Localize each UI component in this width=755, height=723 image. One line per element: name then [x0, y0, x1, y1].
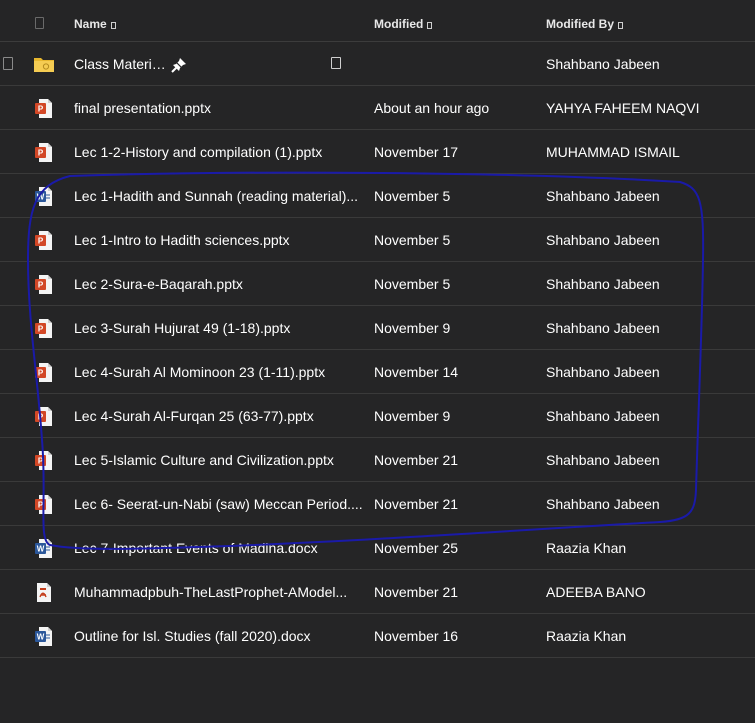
sort-indicator-icon: [618, 22, 623, 29]
powerpoint-file-icon: P: [35, 275, 52, 294]
powerpoint-file-icon: P: [35, 143, 52, 162]
file-row[interactable]: Pfinal presentation.pptx About an hour ag…: [0, 86, 755, 130]
modified-date: November 21: [374, 496, 459, 512]
file-list: Class Materials Shahbano Jabeen Pfinal pre…: [0, 42, 755, 658]
svg-text:P: P: [38, 105, 44, 114]
file-row[interactable]: W Outline for Isl. Studies (fall 2020).do…: [0, 614, 755, 658]
file-name-link[interactable]: Lec 3-Surah Hujurat 49 (1-18).pptx: [74, 320, 364, 336]
file-list-header: Name Modified Modified By: [0, 0, 755, 42]
svg-text:P: P: [38, 501, 44, 510]
modified-by-name: Shahbano Jabeen: [546, 276, 660, 292]
folder-icon: [34, 56, 54, 75]
powerpoint-file-icon: P: [35, 99, 52, 118]
modified-by-name: YAHYA FAHEEM NAQVI: [546, 100, 700, 116]
modified-date: November 16: [374, 628, 459, 644]
svg-text:P: P: [38, 369, 44, 378]
svg-text:P: P: [38, 457, 44, 466]
modified-by-name: Raazia Khan: [546, 628, 627, 644]
powerpoint-file-icon: P: [35, 495, 52, 514]
file-name-link[interactable]: Muhammadpbuh-TheLastProphet-AModel...: [74, 584, 364, 600]
pdf-file-icon: [35, 583, 52, 602]
svg-text:W: W: [37, 545, 45, 554]
file-name-link[interactable]: Lec 2-Sura-e-Baqarah.pptx: [74, 276, 364, 292]
modified-date: November 21: [374, 584, 459, 600]
file-row[interactable]: P Lec 4-Surah Al-Furqan 25 (63-77).pptx No…: [0, 394, 755, 438]
sort-indicator-icon: [427, 22, 433, 29]
modified-by-name: Shahbano Jabeen: [546, 188, 660, 204]
file-name-link[interactable]: Lec 1-Hadith and Sunnah (reading materia…: [74, 188, 364, 204]
select-all-checkbox[interactable]: [35, 17, 44, 29]
file-row[interactable]: P Lec 4-Surah Al Mominoon 23 (1-11).pptx N…: [0, 350, 755, 394]
svg-text:P: P: [38, 413, 44, 422]
file-name-link[interactable]: Class Materials: [74, 56, 166, 72]
svg-text:P: P: [38, 149, 44, 158]
modified-by-name: Raazia Khan: [546, 540, 627, 556]
file-row[interactable]: P Lec 6- Seerat-un-Nabi (saw) Meccan Peri…: [0, 482, 755, 526]
powerpoint-file-icon: P: [35, 231, 52, 250]
file-name-link[interactable]: Outline for Isl. Studies (fall 2020).doc…: [74, 628, 364, 644]
column-header-name-label: Name: [74, 17, 107, 31]
column-header-modified-label: Modified: [374, 17, 424, 31]
modified-date: November 14: [374, 364, 459, 380]
sort-indicator-icon: [110, 22, 116, 29]
word-file-icon: W: [35, 187, 52, 206]
file-row[interactable]: W Lec 1-Hadith and Sunnah (reading materi…: [0, 174, 755, 218]
file-row[interactable]: P Lec 3-Surah Hujurat 49 (1-18).pptx Novem…: [0, 306, 755, 350]
svg-text:P: P: [38, 237, 44, 246]
file-name-link[interactable]: final presentation.pptx: [74, 100, 364, 116]
file-row[interactable]: Muhammadpbuh-TheLastProphet-AModel... Nov…: [0, 570, 755, 614]
modified-by-name: Shahbano Jabeen: [546, 56, 660, 72]
modified-date: November 21: [374, 452, 459, 468]
modified-date: November 9: [374, 408, 451, 424]
modified-by-name: Shahbano Jabeen: [546, 232, 660, 248]
file-row[interactable]: P Lec 2-Sura-e-Baqarah.pptx November 5 Shah…: [0, 262, 755, 306]
modified-date: November 5: [374, 232, 451, 248]
modified-date: November 5: [374, 276, 451, 292]
modified-date: November 5: [374, 188, 451, 204]
more-actions-button[interactable]: [331, 57, 341, 69]
svg-text:W: W: [37, 633, 45, 642]
modified-date: About an hour ago: [374, 100, 490, 116]
modified-by-name: Shahbano Jabeen: [546, 496, 660, 512]
file-name-link[interactable]: Lec 1-2-History and compilation (1).pptx: [74, 144, 364, 160]
file-name-link[interactable]: Lec 6- Seerat-un-Nabi (saw) Meccan Perio…: [74, 496, 364, 512]
powerpoint-file-icon: P: [35, 407, 52, 426]
pin-icon[interactable]: [170, 56, 188, 74]
folder-row[interactable]: Class Materials Shahbano Jabeen: [0, 42, 755, 86]
modified-by-name: ADEEBA BANO: [546, 584, 646, 600]
row-select-checkbox[interactable]: [3, 57, 13, 70]
modified-date: November 17: [374, 144, 459, 160]
file-name-link[interactable]: Lec 4-Surah Al Mominoon 23 (1-11).pptx: [74, 364, 364, 380]
file-name-link[interactable]: Lec 4-Surah Al-Furqan 25 (63-77).pptx: [74, 408, 364, 424]
column-header-modified-by-label: Modified By: [546, 17, 614, 31]
file-row[interactable]: P Lec 1-Intro to Hadith sciences.pptx Nove…: [0, 218, 755, 262]
modified-by-name: Shahbano Jabeen: [546, 320, 660, 336]
modified-date: November 9: [374, 320, 451, 336]
file-row[interactable]: P Lec 1-2-History and compilation (1).ppt…: [0, 130, 755, 174]
modified-by-name: Shahbano Jabeen: [546, 364, 660, 380]
column-header-name[interactable]: Name: [74, 17, 116, 31]
file-row[interactable]: W Lec 7-Important Events of Madina.docx No…: [0, 526, 755, 570]
file-name-link[interactable]: Lec 1-Intro to Hadith sciences.pptx: [74, 232, 364, 248]
word-file-icon: W: [35, 539, 52, 558]
file-name-link[interactable]: Lec 5-Islamic Culture and Civilization.p…: [74, 452, 364, 468]
modified-by-name: Shahbano Jabeen: [546, 452, 660, 468]
svg-text:P: P: [38, 281, 44, 290]
svg-text:W: W: [37, 193, 45, 202]
word-file-icon: W: [35, 627, 52, 646]
modified-by-name: Shahbano Jabeen: [546, 408, 660, 424]
powerpoint-file-icon: P: [35, 363, 52, 382]
powerpoint-file-icon: P: [35, 319, 52, 338]
modified-date: November 25: [374, 540, 459, 556]
file-name-link[interactable]: Lec 7-Important Events of Madina.docx: [74, 540, 364, 556]
svg-text:P: P: [38, 325, 44, 334]
modified-by-name: MUHAMMAD ISMAIL: [546, 144, 680, 160]
column-header-modified-by[interactable]: Modified By: [546, 17, 623, 31]
column-header-modified[interactable]: Modified: [374, 17, 433, 31]
file-row[interactable]: P Lec 5-Islamic Culture and Civilization.…: [0, 438, 755, 482]
powerpoint-file-icon: P: [35, 451, 52, 470]
